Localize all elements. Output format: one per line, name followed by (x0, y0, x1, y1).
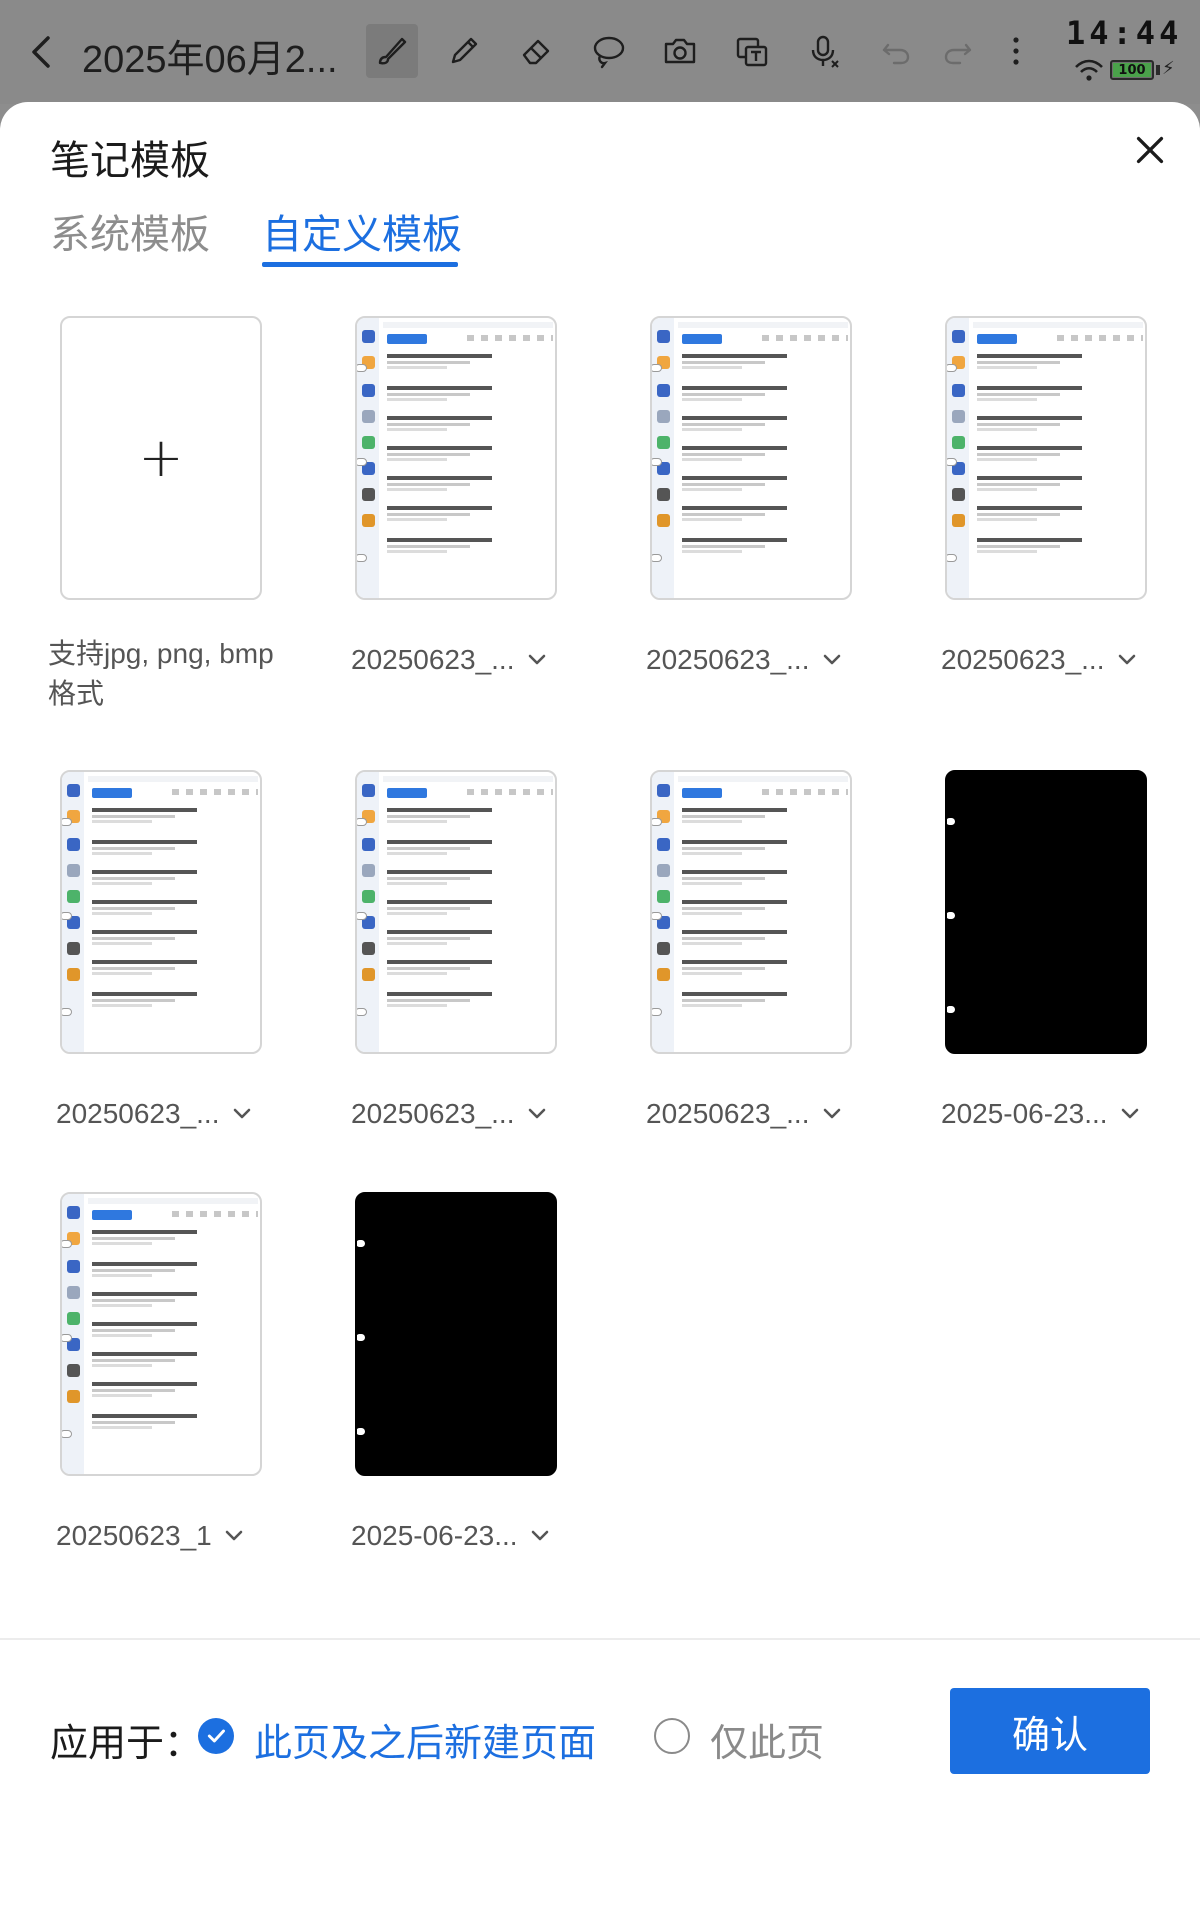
template-thumbnail[interactable] (945, 316, 1147, 600)
binding-hole (947, 912, 955, 919)
back-icon[interactable] (24, 30, 60, 74)
chevron-down-icon (823, 1108, 840, 1119)
template-name-dropdown[interactable]: 20250623_... (941, 640, 1171, 680)
binding-hole (947, 1006, 955, 1013)
template-thumbnail[interactable] (60, 770, 262, 1054)
template-name: 20250623_... (646, 644, 810, 675)
chevron-down-icon (1118, 654, 1135, 665)
chevron-down-icon (528, 654, 545, 665)
lasso-icon[interactable] (582, 24, 634, 78)
chevron-down-icon (1121, 1108, 1138, 1119)
apply-to-label: 应用于： (50, 1721, 203, 1765)
tab-system-templates[interactable]: 系统模板 (50, 202, 210, 260)
add-template-button[interactable]: + (60, 316, 262, 600)
redo-icon[interactable] (932, 24, 984, 78)
template-name: 20250623_... (351, 644, 515, 675)
status-clock: 14:44 (1066, 14, 1183, 52)
template-name: 20250623_... (351, 1098, 515, 1129)
template-name: 2025-06-23... (941, 1098, 1108, 1129)
radio-unselected[interactable] (654, 1718, 690, 1754)
template-thumbnail[interactable] (355, 770, 557, 1054)
template-thumbnail[interactable] (355, 1192, 557, 1476)
note-title[interactable]: 2025年06月2... (82, 28, 338, 83)
template-thumbnail[interactable] (650, 316, 852, 600)
battery-icon: 100 (1110, 60, 1154, 80)
brush-icon[interactable] (366, 24, 418, 78)
voice-icon[interactable] (798, 24, 850, 78)
text-recognition-icon[interactable] (726, 24, 778, 78)
binding-hole (357, 1334, 365, 1341)
wifi-icon (1074, 58, 1104, 82)
camera-icon[interactable] (654, 24, 706, 78)
more-icon[interactable] (990, 24, 1042, 78)
charging-icon: ⚡ (1162, 58, 1175, 79)
chevron-down-icon (233, 1108, 250, 1119)
editor-toolbar: 2025年06月2... 14:44 100 ⚡ (0, 0, 1200, 104)
template-name: 2025-06-23... (351, 1520, 518, 1551)
template-name: 20250623_... (941, 644, 1105, 675)
binding-hole (947, 818, 955, 825)
template-sheet: 笔记模板 系统模板 自定义模板 + 支持jpg, png, bmp格式 2025… (0, 102, 1200, 1920)
binding-hole (357, 1240, 365, 1247)
chevron-down-icon (225, 1530, 243, 1541)
template-name-dropdown[interactable]: 2025-06-23... (941, 1094, 1171, 1134)
chevron-down-icon (531, 1530, 548, 1541)
template-name-dropdown[interactable]: 2025-06-23... (351, 1516, 581, 1556)
template-thumbnail[interactable] (60, 1192, 262, 1476)
chevron-down-icon (823, 654, 840, 665)
footer-divider (0, 1638, 1200, 1640)
plus-icon: + (138, 426, 184, 489)
template-name-dropdown[interactable]: 20250623_1 (56, 1516, 286, 1556)
template-thumbnail[interactable] (945, 770, 1147, 1054)
option-this-and-new-pages[interactable]: 此页及之后新建页面 (254, 1712, 596, 1767)
template-name-dropdown[interactable]: 20250623_... (351, 1094, 581, 1134)
chevron-down-icon (528, 1108, 545, 1119)
sheet-title: 笔记模板 (50, 138, 210, 184)
battery-level: 100 (1118, 62, 1146, 78)
template-thumbnail[interactable] (650, 770, 852, 1054)
template-thumbnail[interactable] (355, 316, 557, 600)
close-icon[interactable] (1128, 128, 1172, 172)
pen-icon[interactable] (438, 24, 490, 78)
tab-custom-templates[interactable]: 自定义模板 (262, 202, 462, 260)
template-name-dropdown[interactable]: 20250623_... (351, 640, 581, 680)
binding-hole (357, 1428, 365, 1435)
template-name: 20250623_1 (56, 1520, 212, 1551)
confirm-button[interactable]: 确认 (950, 1688, 1150, 1774)
template-name: 20250623_... (646, 1098, 810, 1129)
template-name-dropdown[interactable]: 20250623_... (646, 1094, 876, 1134)
eraser-icon[interactable] (510, 24, 562, 78)
template-name-dropdown[interactable]: 20250623_... (56, 1094, 286, 1134)
option-this-page-only[interactable]: 仅此页 (710, 1712, 824, 1767)
format-hint: 支持jpg, png, bmp格式 (48, 638, 274, 709)
undo-icon[interactable] (870, 24, 922, 78)
template-name: 20250623_... (56, 1098, 220, 1129)
active-tab-indicator (262, 262, 458, 267)
battery-tip (1156, 65, 1160, 75)
radio-selected[interactable] (198, 1718, 234, 1754)
template-name-dropdown[interactable]: 20250623_... (646, 640, 876, 680)
